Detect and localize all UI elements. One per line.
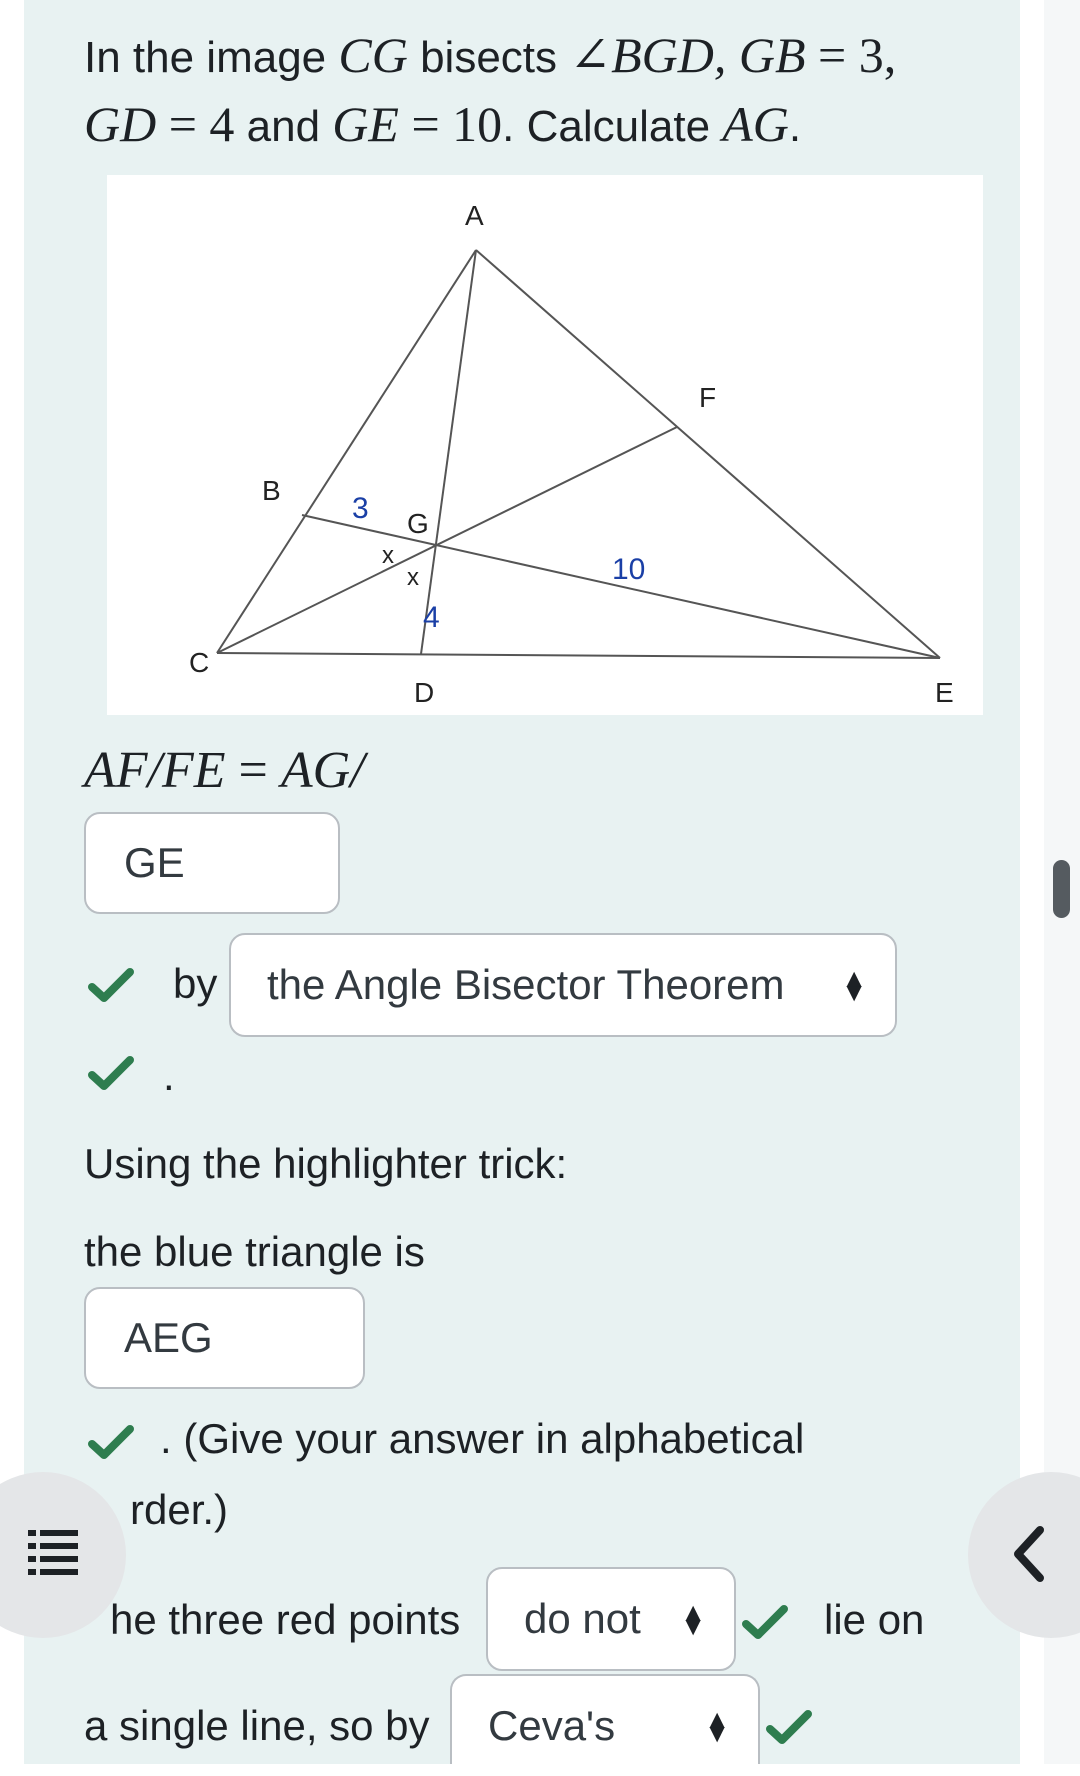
question-text-part: .: [788, 102, 802, 151]
select-value: Ceva's: [488, 1702, 616, 1749]
input-value: GE: [124, 839, 185, 886]
list-menu-icon: [28, 1530, 78, 1575]
math-ag-over: AG/: [280, 742, 365, 799]
label-gb-length: 3: [352, 492, 369, 525]
ratio-denominator-input[interactable]: GE: [84, 812, 340, 914]
question-text: In the image CG bisects ∠BGD, GB = 3, GD…: [84, 22, 984, 160]
label-a: A: [465, 200, 484, 231]
line-ae: [475, 249, 941, 659]
chevron-left-icon: [1014, 1526, 1044, 1582]
red-points-select[interactable]: do not ▲ ▼: [486, 1567, 736, 1671]
math-angle-bgd: ∠BGD, GB: [569, 27, 806, 83]
blue-triangle-prompt: the blue triangle is: [84, 1228, 425, 1275]
math-ge: GE: [332, 96, 399, 152]
label-x2: x: [407, 564, 419, 591]
label-d: D: [414, 677, 434, 708]
diagram-svg: A B C D E F G x x 3 4 10: [189, 200, 954, 708]
line-be: [301, 514, 941, 659]
scrollbar-thumb[interactable]: [1053, 860, 1070, 918]
line-ce: [216, 652, 941, 659]
question-text-part: and: [234, 102, 333, 151]
math-ag: AG: [722, 96, 789, 152]
select-value: the Angle Bisector Theorem: [267, 961, 785, 1008]
question-text-part: In the image: [84, 33, 339, 82]
alphabetical-note-line2: rder.): [130, 1486, 229, 1533]
math-gd: GD: [84, 96, 157, 152]
label-f: F: [699, 382, 716, 413]
label-e: E: [935, 677, 954, 708]
check-icon: [766, 1710, 812, 1744]
check-icon: [88, 968, 134, 1002]
line-ca: [216, 249, 477, 654]
question-text-part: . Calculate: [502, 102, 723, 151]
math-gb-value: = 3,: [805, 27, 897, 83]
ceva-select[interactable]: Ceva's ▲ ▼: [450, 1674, 760, 1766]
ratio-equation: AF/FE = AG/: [84, 740, 365, 800]
check-icon: [88, 1425, 134, 1459]
highlighter-instruction: Using the highlighter trick:: [84, 1140, 568, 1187]
input-value: AEG: [124, 1314, 213, 1361]
math-af-fe: AF/FE: [84, 742, 226, 799]
label-c: C: [189, 647, 209, 678]
math-ge-value: = 10: [398, 96, 503, 152]
label-ge-length: 10: [612, 553, 645, 586]
theorem-select[interactable]: the Angle Bisector Theorem ▲ ▼: [229, 933, 897, 1037]
check-icon: [88, 1056, 134, 1090]
question-text-part: bisects: [407, 33, 570, 82]
bottom-edge: [0, 1764, 1080, 1776]
line-ad: [420, 249, 477, 655]
blue-triangle-input[interactable]: AEG: [84, 1287, 365, 1389]
label-gd-length: 4: [423, 601, 440, 634]
label-x1: x: [382, 542, 394, 569]
single-line-text: a single line, so by: [84, 1702, 430, 1749]
lie-on-text: lie on: [824, 1596, 925, 1643]
math-cg: CG: [338, 27, 408, 83]
updown-arrow-icon: ▲ ▼: [841, 963, 867, 1007]
red-points-text: he three red points: [110, 1596, 461, 1643]
updown-arrow-icon: ▲ ▼: [704, 1704, 730, 1748]
alphabetical-note-line1: . (Give your answer in alphabetical: [160, 1415, 805, 1462]
label-b: B: [262, 475, 281, 506]
updown-arrow-icon: ▲ ▼: [680, 1597, 706, 1641]
select-value: do not: [524, 1595, 641, 1642]
label-g: G: [407, 508, 429, 539]
math-equals: =: [225, 742, 281, 799]
triangle-diagram: A B C D E F G x x 3 4 10: [107, 175, 983, 715]
by-label: by: [173, 960, 218, 1007]
math-gd-value: = 4: [156, 96, 235, 152]
check-icon: [742, 1605, 788, 1639]
period-text: .: [163, 1052, 175, 1099]
